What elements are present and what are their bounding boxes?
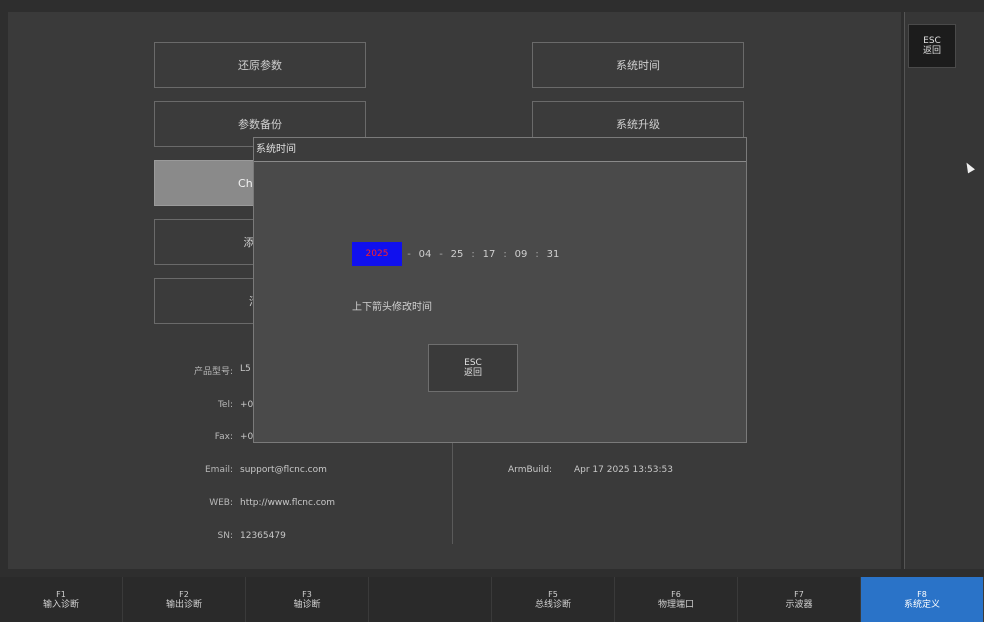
back-label: 返回 — [463, 368, 482, 378]
f5-button[interactable]: F5 总线诊断 — [492, 577, 615, 622]
time-separator: : — [471, 248, 475, 260]
email-value: support@flcnc.com — [240, 465, 327, 475]
f6-button[interactable]: F6 物理端口 — [615, 577, 738, 622]
fax-label: Fax: — [214, 432, 233, 442]
esc-label: ESC — [464, 358, 482, 368]
armbuild-value: Apr 17 2025 13:53:53 — [574, 465, 673, 475]
datetime-editor: 2025 - 04 - 25 : 17 : 09 : 31 — [352, 242, 562, 266]
esc-label: ESC — [923, 36, 941, 46]
f7-button[interactable]: F7 示波器 — [738, 577, 861, 622]
fax-value: +0 — [240, 432, 254, 442]
armbuild-label: ArmBuild: — [508, 465, 553, 475]
fkey-label: 总线诊断 — [534, 599, 571, 610]
system-time-button[interactable]: 系统时间 — [532, 42, 744, 88]
web-label: WEB: — [209, 498, 233, 508]
f1-button[interactable]: F1 输入诊断 — [0, 577, 123, 622]
back-label: 返回 — [922, 46, 941, 56]
tel-label: Tel: — [217, 400, 233, 410]
day-field[interactable]: 25 — [448, 249, 466, 260]
fkey-number: F7 — [794, 589, 804, 599]
time-separator: : — [503, 248, 507, 260]
date-separator: - — [407, 248, 411, 260]
esc-back-button[interactable]: ESC 返回 — [908, 24, 956, 68]
email-label: Email: — [204, 465, 233, 475]
side-panel — [904, 12, 984, 569]
hint-text: 上下箭头修改时间 — [352, 302, 432, 313]
dialog-esc-button[interactable]: ESC 返回 — [428, 344, 518, 392]
fkey-label: 输出诊断 — [165, 599, 202, 610]
hour-field[interactable]: 17 — [480, 249, 498, 260]
fkey-number: F5 — [548, 589, 558, 599]
f4-button[interactable] — [369, 577, 492, 622]
sn-label: SN: — [217, 531, 233, 541]
web-value: http://www.flcnc.com — [240, 498, 336, 508]
screen: 还原参数 参数备份 Chinese 添加设 清空 系统时间 系统升级 产品型号:… — [0, 0, 984, 622]
model-label: 产品型号: — [193, 367, 233, 377]
time-separator: : — [535, 248, 539, 260]
fkey-number: F6 — [671, 589, 681, 599]
fkey-label: 轴诊断 — [293, 599, 321, 610]
dialog-title: 系统时间 — [254, 138, 746, 162]
fkey-number: F2 — [179, 589, 189, 599]
system-time-dialog: 系统时间 2025 - 04 - 25 : 17 : 09 : 31 上下箭头修… — [253, 137, 747, 443]
year-field[interactable]: 2025 — [352, 242, 402, 266]
fkey-label: 示波器 — [785, 599, 813, 610]
fkey-number: F1 — [56, 589, 66, 599]
sn-value: 12365479 — [240, 531, 286, 541]
f2-button[interactable]: F2 输出诊断 — [123, 577, 246, 622]
fkey-label: 输入诊断 — [42, 599, 79, 610]
fkey-label: 物理端口 — [657, 599, 694, 610]
model-value: L5 — [240, 364, 251, 374]
f3-button[interactable]: F3 轴诊断 — [246, 577, 369, 622]
date-separator: - — [439, 248, 443, 260]
fkey-number: F3 — [302, 589, 312, 599]
tel-value: +0 — [240, 400, 254, 410]
minute-field[interactable]: 09 — [512, 249, 530, 260]
month-field[interactable]: 04 — [416, 249, 434, 260]
f8-button[interactable]: F8 系统定义 — [861, 577, 984, 622]
function-key-bar: F1 输入诊断 F2 输出诊断 F3 轴诊断 F5 总线诊断 F6 物理端口 F7 示波器 … — [0, 577, 984, 622]
fkey-number: F8 — [917, 589, 927, 599]
fkey-label: 系统定义 — [903, 599, 940, 610]
second-field[interactable]: 31 — [544, 249, 562, 260]
restore-params-button[interactable]: 还原参数 — [154, 42, 366, 88]
divider — [452, 440, 453, 544]
